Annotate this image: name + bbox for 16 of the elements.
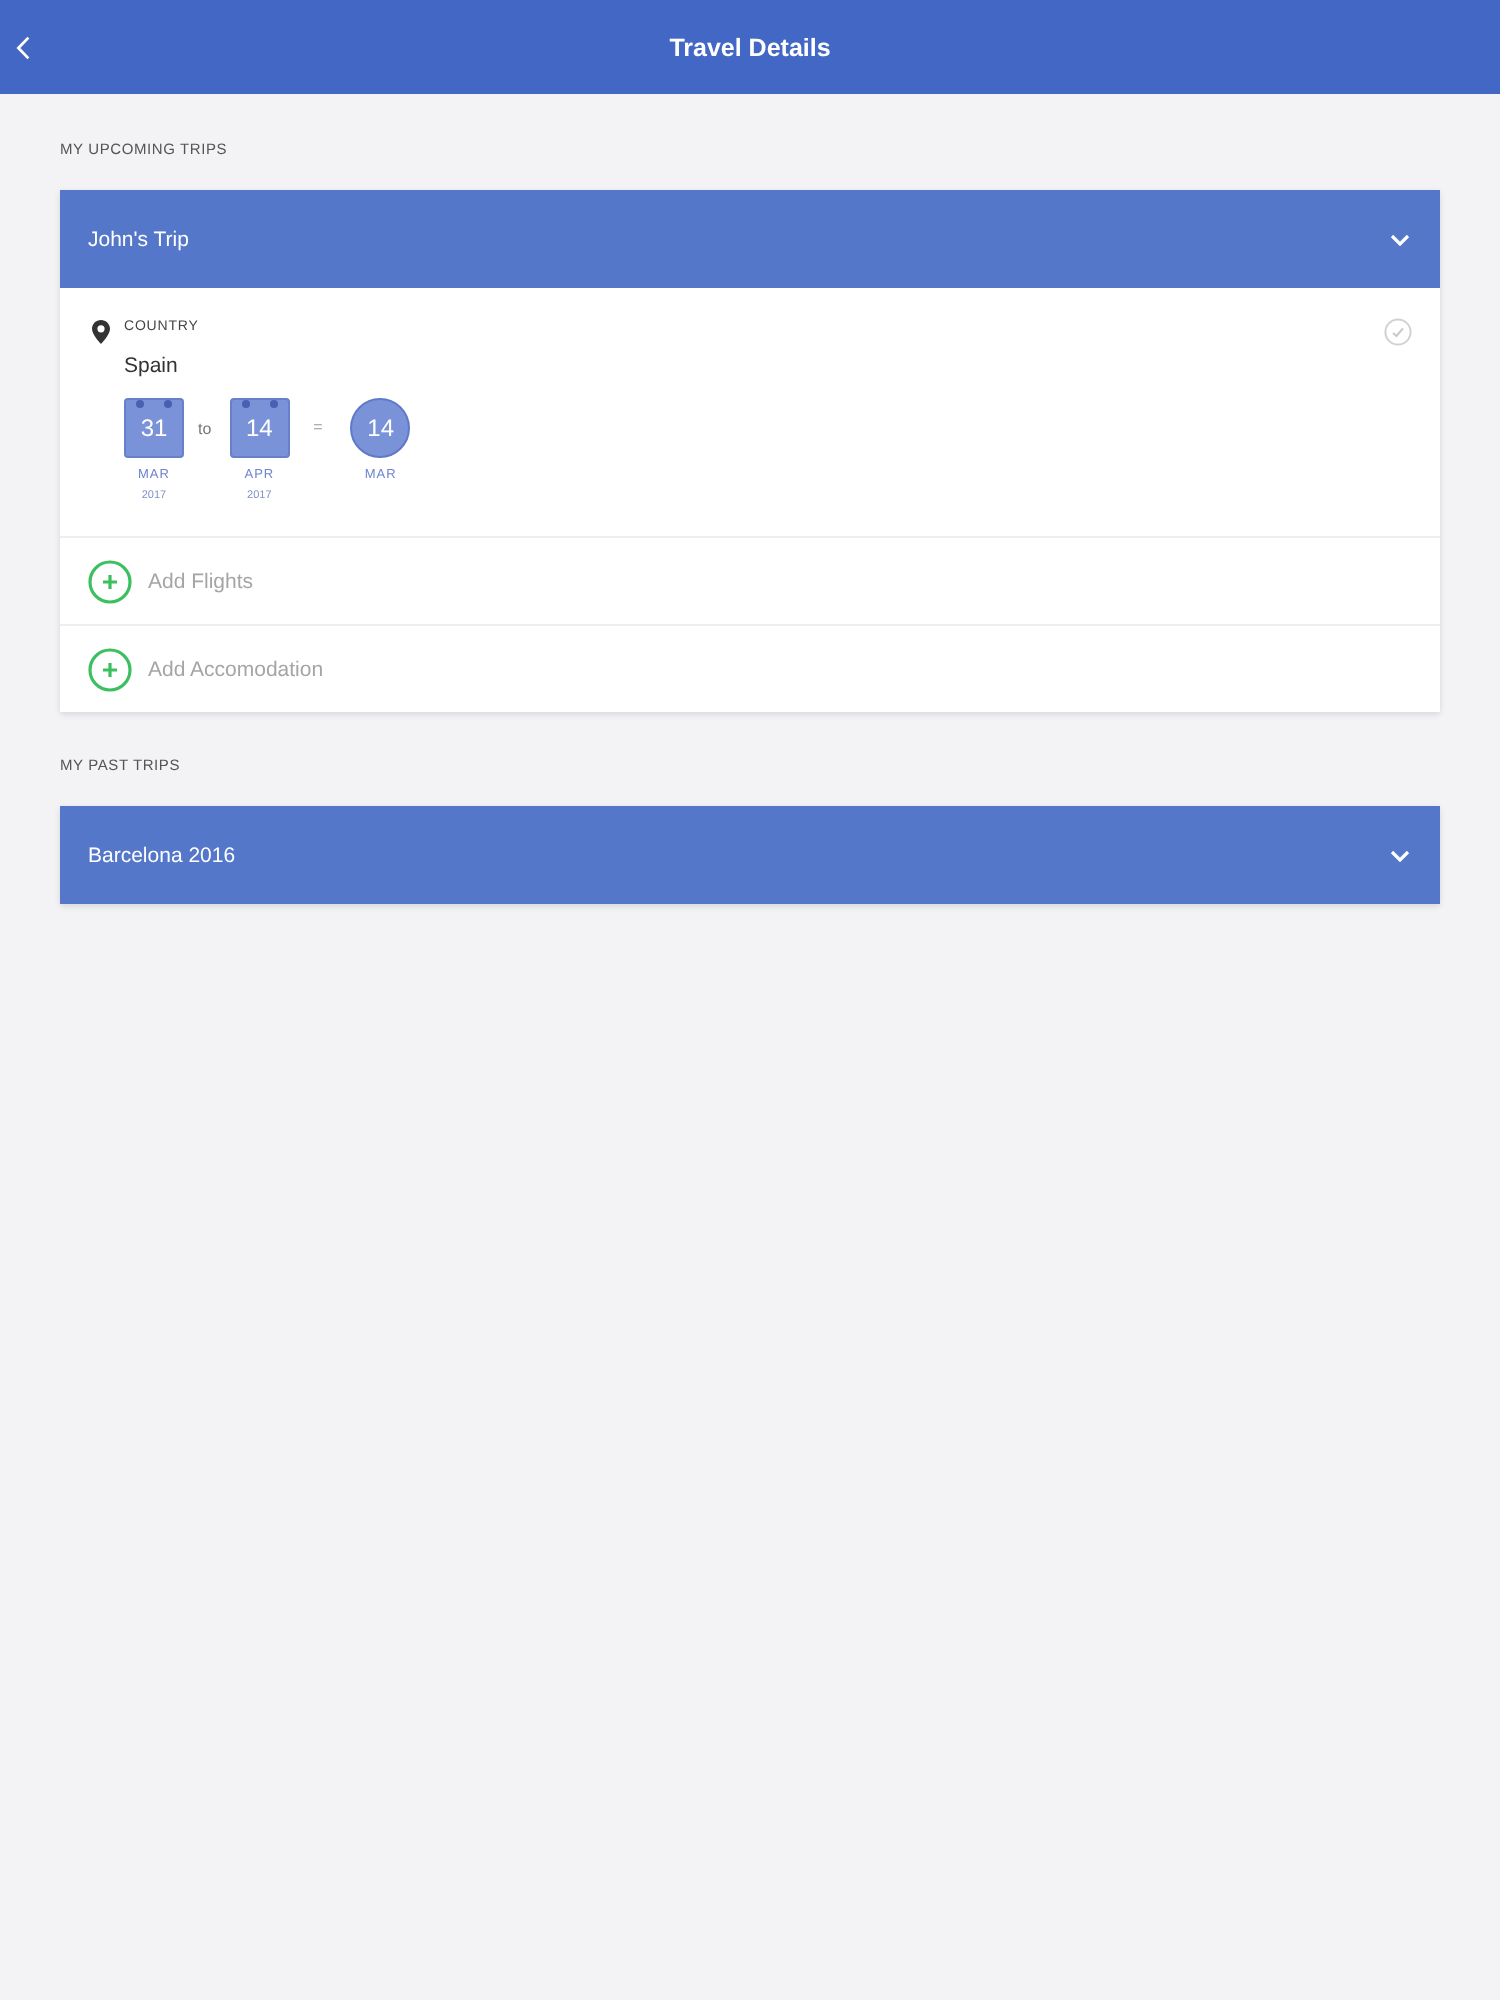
header-title: Travel Details: [669, 33, 831, 61]
country-value: Spain: [124, 352, 178, 380]
equals-sign: =: [313, 416, 323, 440]
calendar-date-tile: 31: [124, 398, 184, 458]
trip-header[interactable]: John's Trip: [60, 190, 1440, 288]
location-pin-icon: [92, 320, 110, 344]
day-count-circle: 14: [350, 398, 411, 458]
back-chevron-icon: [16, 35, 30, 59]
plus-circle-icon: [88, 647, 132, 691]
range-word: to: [198, 418, 212, 442]
check-circle-icon[interactable]: [1384, 318, 1412, 346]
plus-circle-icon: [88, 559, 132, 603]
calendar-date-tile: 14: [229, 398, 290, 458]
trip-header[interactable]: Barcelona 2016: [60, 806, 1440, 904]
chevron-down-icon: [1390, 233, 1410, 245]
chevron-down-icon: [1390, 849, 1410, 861]
